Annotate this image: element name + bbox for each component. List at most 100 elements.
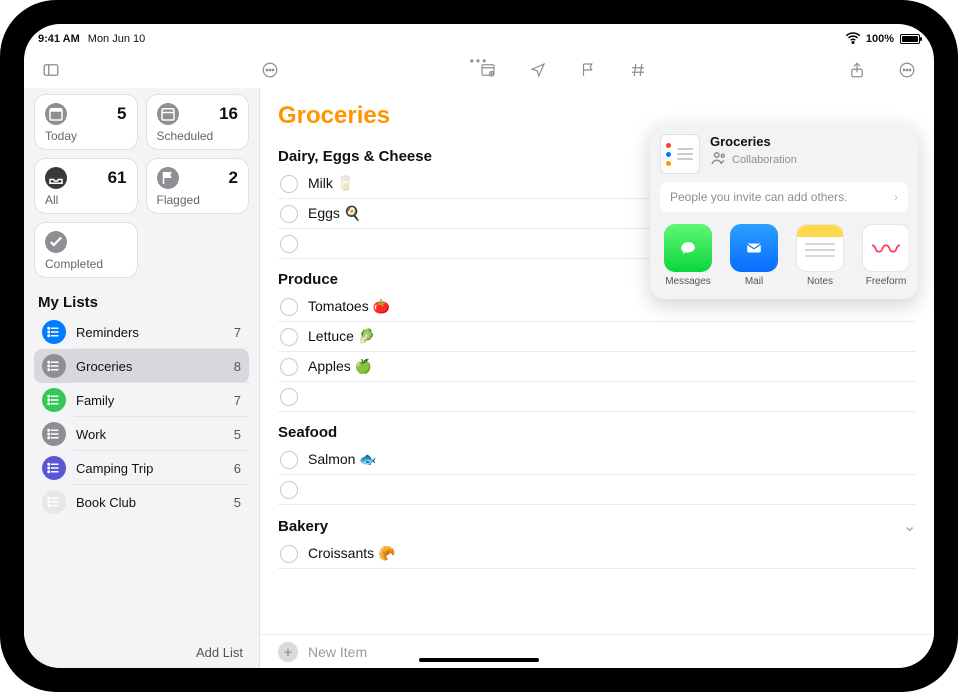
list-name: Family bbox=[76, 393, 224, 408]
smart-tile-flagged[interactable]: 2 Flagged bbox=[146, 158, 250, 214]
add-list-button[interactable]: Add List bbox=[196, 645, 243, 660]
section-header-text: Dairy, Eggs & Cheese bbox=[278, 148, 432, 165]
share-app-messages[interactable]: Messages bbox=[660, 224, 716, 287]
list-icon bbox=[42, 422, 66, 446]
share-icon[interactable] bbox=[844, 59, 870, 81]
list-name: Camping Trip bbox=[76, 461, 224, 476]
share-apps-row: Messages Mail Notes 〰 Freeform bbox=[660, 220, 908, 287]
tile-today-label: Today bbox=[45, 129, 127, 143]
calendar-clock-icon bbox=[157, 103, 179, 125]
list-icon bbox=[42, 456, 66, 480]
mail-app-icon bbox=[730, 224, 778, 272]
app-toolbar: ••• bbox=[24, 52, 934, 88]
share-popover: Groceries Collaboration People you bbox=[650, 124, 918, 299]
section-header[interactable]: Bakery ⌄ bbox=[278, 505, 916, 539]
multitask-dots-icon[interactable]: ••• bbox=[470, 54, 489, 68]
list-count: 6 bbox=[234, 461, 241, 476]
tile-scheduled-label: Scheduled bbox=[157, 129, 239, 143]
main-list: Groceries Dairy, Eggs & CheeseMilk 🥛Eggs… bbox=[260, 88, 934, 668]
reminder-item[interactable]: Croissants 🥐 bbox=[278, 539, 916, 569]
location-icon[interactable] bbox=[525, 59, 551, 81]
radio-unchecked-icon[interactable] bbox=[280, 358, 298, 376]
section-header[interactable]: Seafood bbox=[278, 412, 916, 445]
reminder-title: Eggs 🍳 bbox=[308, 205, 361, 222]
list-name: Groceries bbox=[76, 359, 224, 374]
flag-fill-icon bbox=[157, 167, 179, 189]
tile-flagged-label: Flagged bbox=[157, 193, 239, 207]
home-indicator[interactable] bbox=[419, 658, 539, 662]
sidebar-list-row[interactable]: Camping Trip 6 bbox=[34, 451, 249, 485]
reminder-item[interactable] bbox=[278, 382, 916, 412]
smart-tile-today[interactable]: 5 Today bbox=[34, 94, 138, 150]
share-app-mail[interactable]: Mail bbox=[726, 224, 782, 287]
reminder-title: Salmon 🐟 bbox=[308, 451, 377, 468]
reminder-title: Milk 🥛 bbox=[308, 175, 354, 192]
list-count: 5 bbox=[234, 495, 241, 510]
list-icon bbox=[42, 320, 66, 344]
share-permissions-text: People you invite can add others. bbox=[670, 190, 847, 204]
share-app-label: Mail bbox=[726, 276, 782, 287]
screen: 9:41 AM Mon Jun 10 100% bbox=[24, 24, 934, 668]
radio-unchecked-icon[interactable] bbox=[280, 388, 298, 406]
checkmark-icon bbox=[45, 231, 67, 253]
radio-unchecked-icon[interactable] bbox=[280, 328, 298, 346]
chevron-down-icon: ⌄ bbox=[903, 517, 916, 535]
sidebar-list-row[interactable]: Groceries 8 bbox=[34, 349, 249, 383]
share-app-label: Freeform bbox=[858, 276, 908, 287]
share-permissions-row[interactable]: People you invite can add others. › bbox=[660, 182, 908, 212]
more-sidebar-icon[interactable] bbox=[257, 59, 283, 81]
tile-scheduled-count: 16 bbox=[219, 104, 238, 124]
new-item-row[interactable]: + New Item bbox=[260, 634, 934, 668]
share-app-freeform[interactable]: 〰 Freeform bbox=[858, 224, 908, 287]
notes-app-icon bbox=[796, 224, 844, 272]
radio-unchecked-icon[interactable] bbox=[280, 205, 298, 223]
share-thumbnail-icon bbox=[660, 134, 700, 174]
ipad-frame: 9:41 AM Mon Jun 10 100% bbox=[0, 0, 958, 692]
share-subtitle: Collaboration bbox=[732, 154, 797, 166]
radio-unchecked-icon[interactable] bbox=[280, 481, 298, 499]
calendar-icon bbox=[45, 103, 67, 125]
share-app-notes[interactable]: Notes bbox=[792, 224, 848, 287]
sidebar-list-row[interactable]: Work 5 bbox=[34, 417, 249, 451]
reminder-title: Croissants 🥐 bbox=[308, 545, 395, 562]
reminder-title: Apples 🍏 bbox=[308, 358, 372, 375]
radio-unchecked-icon[interactable] bbox=[280, 451, 298, 469]
list-count: 7 bbox=[234, 325, 241, 340]
list-icon bbox=[42, 490, 66, 514]
radio-unchecked-icon[interactable] bbox=[280, 545, 298, 563]
reminder-item[interactable]: Lettuce 🥬 bbox=[278, 322, 916, 352]
hashtag-icon[interactable] bbox=[625, 59, 651, 81]
reminder-item[interactable]: Apples 🍏 bbox=[278, 352, 916, 382]
sidebar-list-row[interactable]: Family7 bbox=[34, 383, 249, 417]
messages-app-icon bbox=[664, 224, 712, 272]
more-main-icon[interactable] bbox=[894, 59, 920, 81]
list-count: 5 bbox=[234, 427, 241, 442]
reminder-title: Tomatoes 🍅 bbox=[308, 298, 390, 315]
radio-unchecked-icon[interactable] bbox=[280, 298, 298, 316]
freeform-app-icon: 〰 bbox=[862, 224, 908, 272]
smart-tile-scheduled[interactable]: 16 Scheduled bbox=[146, 94, 250, 150]
list-name: Reminders bbox=[76, 325, 224, 340]
sidebar-list-row[interactable]: Book Club5 bbox=[34, 485, 249, 519]
sidebar-toggle-icon[interactable] bbox=[38, 59, 64, 81]
sidebar-list-row[interactable]: Reminders 7 bbox=[34, 315, 249, 349]
tile-flagged-count: 2 bbox=[229, 168, 238, 188]
smart-tile-completed[interactable]: Completed bbox=[34, 222, 138, 278]
share-app-label: Notes bbox=[792, 276, 848, 287]
flag-icon[interactable] bbox=[575, 59, 601, 81]
list-icon bbox=[42, 388, 66, 412]
reminder-item[interactable] bbox=[278, 475, 916, 505]
radio-unchecked-icon[interactable] bbox=[280, 235, 298, 253]
smart-tile-all[interactable]: 61 All bbox=[34, 158, 138, 214]
list-count: 8 bbox=[234, 359, 241, 374]
section-header-text: Bakery bbox=[278, 518, 328, 535]
my-lists: Reminders 7 Groceries 8 Family7 Work 5 Camping … bbox=[34, 315, 249, 636]
list-icon bbox=[42, 354, 66, 378]
tray-icon bbox=[45, 167, 67, 189]
reminder-item[interactable]: Salmon 🐟 bbox=[278, 445, 916, 475]
list-name: Work bbox=[76, 427, 224, 442]
tile-completed-label: Completed bbox=[45, 257, 127, 271]
radio-unchecked-icon[interactable] bbox=[280, 175, 298, 193]
section-header-text: Produce bbox=[278, 271, 338, 288]
tile-all-label: All bbox=[45, 193, 127, 207]
